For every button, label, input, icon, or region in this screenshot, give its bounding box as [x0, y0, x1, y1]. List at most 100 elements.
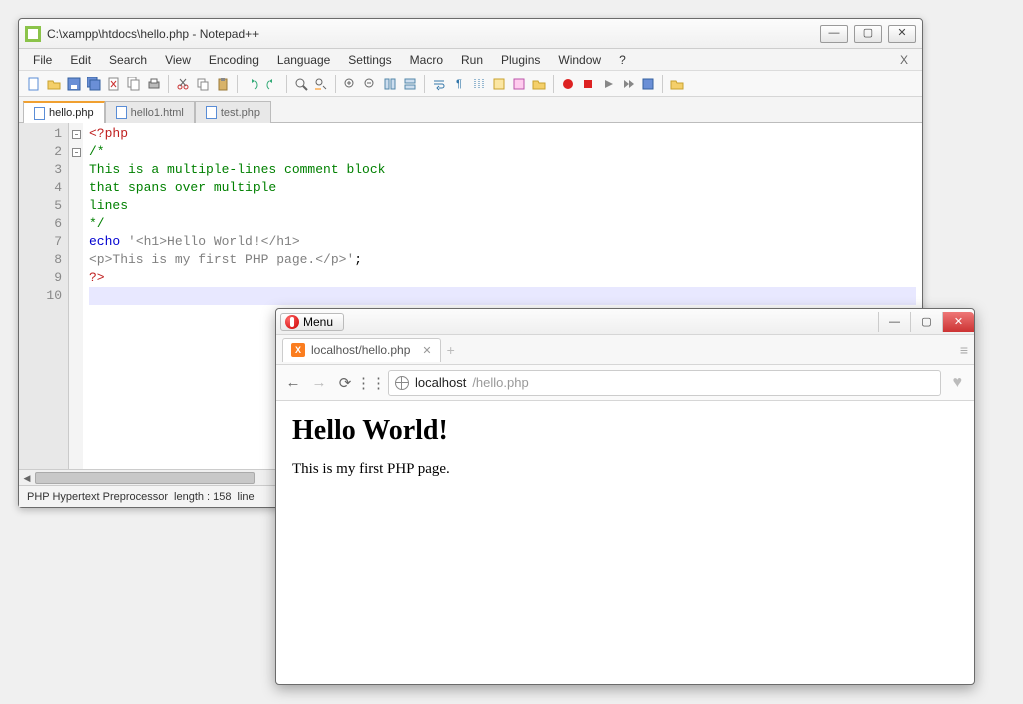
stop-macro-icon[interactable]	[579, 75, 597, 93]
menu-macro[interactable]: Macro	[402, 51, 451, 69]
new-file-icon[interactable]	[25, 75, 43, 93]
menu-language[interactable]: Language	[269, 51, 338, 69]
menu-encoding[interactable]: Encoding	[201, 51, 267, 69]
folder-icon[interactable]	[530, 75, 548, 93]
fold-toggle-icon[interactable]	[72, 148, 81, 157]
status-length: length : 158	[174, 491, 232, 503]
save-macro-icon[interactable]	[639, 75, 657, 93]
code-text: '<h1>Hello World!</h1>	[120, 234, 299, 249]
fold-toggle-icon[interactable]	[72, 130, 81, 139]
browser-close-button[interactable]: ✕	[942, 312, 974, 332]
line-number: 10	[19, 287, 68, 305]
panel-toggle-icon[interactable]: ≡	[960, 342, 968, 358]
show-chars-icon[interactable]: ¶	[450, 75, 468, 93]
menu-plugins[interactable]: Plugins	[493, 51, 548, 69]
tab-label: hello.php	[49, 107, 94, 119]
toolbar-separator	[168, 75, 169, 93]
npp-maximize-button[interactable]: ▢	[854, 25, 882, 43]
undo-icon[interactable]	[243, 75, 261, 93]
npp-minimize-button[interactable]: —	[820, 25, 848, 43]
code-text: echo	[89, 234, 120, 249]
open-file-icon[interactable]	[45, 75, 63, 93]
tab-label: test.php	[221, 107, 260, 119]
address-bar[interactable]: localhost/hello.php	[388, 370, 941, 396]
record-macro-icon[interactable]	[559, 75, 577, 93]
wordwrap-icon[interactable]	[430, 75, 448, 93]
menu-edit[interactable]: Edit	[62, 51, 99, 69]
browser-titlebar[interactable]: Menu — ▢ ✕	[276, 309, 974, 335]
menu-search[interactable]: Search	[101, 51, 155, 69]
toolbar-separator	[237, 75, 238, 93]
forward-button[interactable]: →	[310, 374, 328, 392]
toolbar-separator	[553, 75, 554, 93]
indent-guide-icon[interactable]	[470, 75, 488, 93]
toolbar-separator	[286, 75, 287, 93]
status-language: PHP Hypertext Preprocessor	[27, 491, 168, 503]
globe-icon	[395, 376, 409, 390]
tab-hello-php[interactable]: hello.php	[23, 101, 105, 123]
scroll-left-icon[interactable]: ◀	[19, 470, 35, 486]
code-text: ?>	[89, 270, 105, 285]
code-text: lines	[89, 198, 128, 213]
paste-icon[interactable]	[214, 75, 232, 93]
line-number: 6	[19, 215, 68, 233]
close-file-icon[interactable]	[105, 75, 123, 93]
cut-icon[interactable]	[174, 75, 192, 93]
copy-icon[interactable]	[194, 75, 212, 93]
reload-button[interactable]: ⟳	[336, 374, 354, 392]
line-number: 8	[19, 251, 68, 269]
menu-file[interactable]: File	[25, 51, 60, 69]
menu-help[interactable]: ?	[611, 51, 634, 69]
line-number: 3	[19, 161, 68, 179]
menu-view[interactable]: View	[157, 51, 199, 69]
opera-icon	[285, 315, 299, 329]
menu-label: Menu	[303, 315, 333, 329]
line-number: 2	[19, 143, 68, 161]
sync-v-icon[interactable]	[381, 75, 399, 93]
redo-icon[interactable]	[263, 75, 281, 93]
toolbar-separator	[662, 75, 663, 93]
new-tab-button[interactable]: +	[447, 342, 455, 358]
bookmark-heart-icon[interactable]: ♥	[949, 374, 967, 392]
scrollbar-thumb[interactable]	[35, 472, 255, 484]
code-text: */	[89, 216, 105, 231]
speed-dial-button[interactable]: ⋮⋮	[362, 374, 380, 392]
back-button[interactable]: ←	[284, 374, 302, 392]
browser-tab[interactable]: X localhost/hello.php ✕	[282, 338, 441, 362]
func-list-icon[interactable]	[510, 75, 528, 93]
code-text: <p>This is my first PHP page.</p>'	[89, 252, 354, 267]
opera-menu-button[interactable]: Menu	[280, 313, 344, 331]
lang-icon[interactable]	[490, 75, 508, 93]
replace-icon[interactable]	[312, 75, 330, 93]
menu-window[interactable]: Window	[550, 51, 609, 69]
play-macro-icon[interactable]	[599, 75, 617, 93]
menu-run[interactable]: Run	[453, 51, 491, 69]
folder-open-icon[interactable]	[668, 75, 686, 93]
close-tab-icon[interactable]: ✕	[416, 344, 431, 357]
zoom-in-icon[interactable]	[341, 75, 359, 93]
npp-menubar: File Edit Search View Encoding Language …	[19, 49, 922, 71]
npp-close-button[interactable]: ✕	[888, 25, 916, 43]
code-text: <?php	[89, 126, 128, 141]
browser-minimize-button[interactable]: —	[878, 312, 910, 332]
tab-hello1-html[interactable]: hello1.html	[105, 101, 195, 123]
save-all-icon[interactable]	[85, 75, 103, 93]
file-icon	[116, 106, 127, 119]
browser-maximize-button[interactable]: ▢	[910, 312, 942, 332]
sync-h-icon[interactable]	[401, 75, 419, 93]
tab-test-php[interactable]: test.php	[195, 101, 271, 123]
print-icon[interactable]	[145, 75, 163, 93]
menu-settings[interactable]: Settings	[340, 51, 399, 69]
npp-close-doc-button[interactable]: X	[892, 53, 916, 67]
zoom-out-icon[interactable]	[361, 75, 379, 93]
page-heading: Hello World!	[292, 415, 958, 447]
npp-tabs: hello.php hello1.html test.php	[19, 97, 922, 123]
play-multi-icon[interactable]	[619, 75, 637, 93]
npp-titlebar[interactable]: C:\xampp\htdocs\hello.php - Notepad++ — …	[19, 19, 922, 49]
find-icon[interactable]	[292, 75, 310, 93]
save-icon[interactable]	[65, 75, 83, 93]
close-all-icon[interactable]	[125, 75, 143, 93]
code-text: /*	[89, 144, 105, 159]
status-lines: line	[238, 491, 255, 503]
xampp-icon: X	[291, 343, 305, 357]
